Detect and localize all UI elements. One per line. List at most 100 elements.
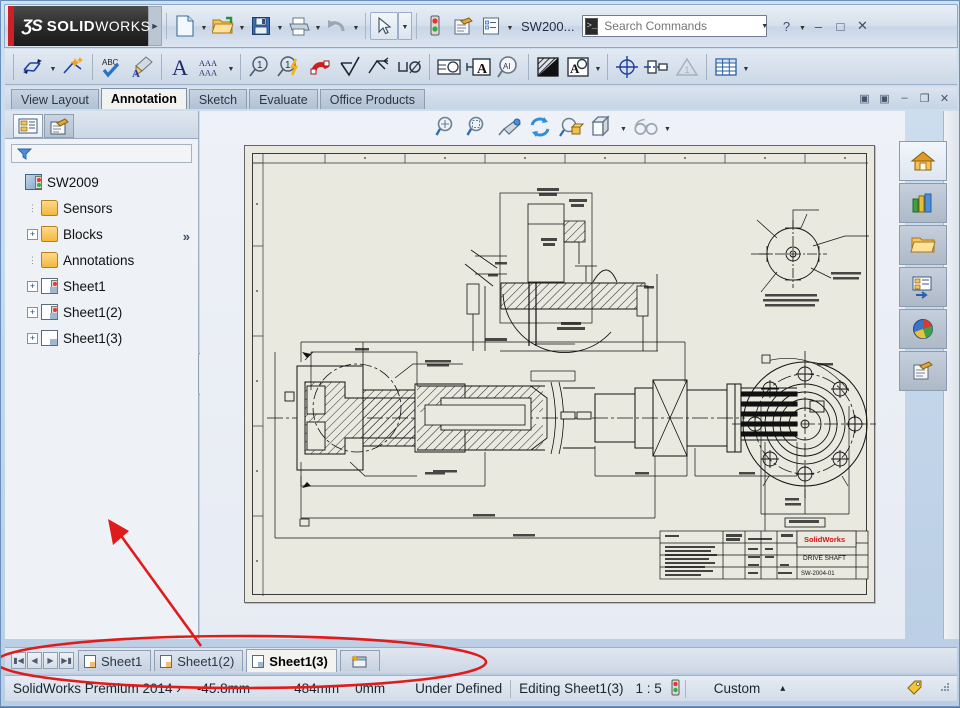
- nav-first-sheet-button[interactable]: ▮◀: [11, 652, 26, 669]
- status-resize-grip[interactable]: [931, 681, 957, 696]
- options-button[interactable]: [477, 12, 505, 40]
- display-style-button[interactable]: [588, 113, 616, 141]
- maximize-button[interactable]: □: [829, 16, 851, 36]
- spell-checker-button[interactable]: ABC: [97, 52, 127, 82]
- balloon-button[interactable]: 1: [245, 52, 275, 82]
- tree-expander[interactable]: +: [27, 280, 38, 292]
- rebuild-view-button[interactable]: [526, 113, 554, 141]
- task-appearances-scenes[interactable]: [899, 309, 947, 349]
- previous-view-button[interactable]: [495, 113, 523, 141]
- tile-left-icon[interactable]: ▣: [856, 90, 873, 106]
- revision-cloud-button[interactable]: 1: [672, 52, 702, 82]
- tab-office-products[interactable]: Office Products: [319, 89, 425, 109]
- nav-prev-sheet-button[interactable]: ◀: [27, 652, 42, 669]
- task-design-library[interactable]: [899, 183, 947, 223]
- feature-manager-tab[interactable]: [13, 114, 43, 138]
- open-document-dropdown[interactable]: ▼: [237, 12, 247, 40]
- revision-symbol-button[interactable]: [434, 52, 464, 82]
- format-painter-button[interactable]: A: [127, 52, 157, 82]
- linear-note-pattern-button[interactable]: AAA AAA: [196, 52, 226, 82]
- view-orientation-dropdown[interactable]: ▼: [663, 113, 673, 141]
- hole-callout-button[interactable]: [395, 52, 425, 82]
- options-dropdown[interactable]: ▼: [505, 12, 515, 40]
- status-custom-caret[interactable]: ▴: [768, 683, 793, 694]
- update-view-button[interactable]: [557, 113, 585, 141]
- smart-dimension-dropdown[interactable]: ▼: [48, 53, 58, 81]
- new-document-dropdown[interactable]: ▼: [199, 12, 209, 40]
- display-style-dropdown[interactable]: ▼: [619, 113, 629, 141]
- undo-dropdown[interactable]: ▼: [351, 12, 361, 40]
- task-solidworks-resources[interactable]: [899, 141, 947, 181]
- nav-last-sheet-button[interactable]: ▶▮: [59, 652, 74, 669]
- magnetic-line-button[interactable]: [305, 52, 335, 82]
- graphics-area[interactable]: ▼ ▼ SolidWorks DRIVE SHAFT SW-2004-01: [200, 111, 905, 639]
- zoom-to-area-button[interactable]: [464, 113, 492, 141]
- print-document-dropdown[interactable]: ▼: [313, 12, 323, 40]
- task-view-palette[interactable]: [899, 267, 947, 307]
- auto-balloon-button[interactable]: 1: [275, 52, 305, 82]
- sheet-tab-sheet1-3[interactable]: Sheet1(3): [246, 649, 337, 672]
- tab-evaluate[interactable]: Evaluate: [249, 89, 318, 109]
- tree-item-sheet1-3[interactable]: + Sheet1(3): [11, 325, 198, 351]
- tree-item-blocks[interactable]: + Blocks: [11, 221, 198, 247]
- centerline-button[interactable]: [642, 52, 672, 82]
- status-rebuild-indicator[interactable]: [666, 679, 685, 699]
- add-sheet-button[interactable]: [339, 650, 380, 671]
- drawing-options-button[interactable]: [449, 12, 477, 40]
- make-block-button[interactable]: A: [563, 52, 593, 82]
- close-icon[interactable]: ✕: [936, 90, 953, 106]
- help-dropdown[interactable]: ▼: [797, 12, 807, 40]
- tree-item-sheet1-2[interactable]: + Sheet1(2): [11, 299, 198, 325]
- tile-right-icon[interactable]: ▣: [876, 90, 893, 106]
- tree-expander[interactable]: +: [27, 228, 38, 240]
- minimize-icon[interactable]: –: [896, 90, 913, 106]
- rebuild-button[interactable]: [421, 12, 449, 40]
- sheet-tab-sheet1-2[interactable]: Sheet1(2): [154, 650, 244, 671]
- tree-item-sensors[interactable]: ⋮ Sensors: [11, 195, 198, 221]
- search-dropdown[interactable]: ▼: [761, 23, 772, 30]
- tree-item-sw2009[interactable]: SW2009: [11, 169, 198, 195]
- undo-button[interactable]: [323, 12, 351, 40]
- linear-note-pattern-dropdown[interactable]: ▼: [226, 53, 236, 81]
- note-button[interactable]: A: [166, 52, 196, 82]
- save-document-dropdown[interactable]: ▼: [275, 12, 285, 40]
- restore-icon[interactable]: ❐: [916, 90, 933, 106]
- weld-symbol-button[interactable]: [365, 52, 395, 82]
- select-tool-dropdown[interactable]: ▼: [398, 12, 412, 40]
- open-document-button[interactable]: [209, 12, 237, 40]
- panel-expand-button[interactable]: »: [183, 229, 190, 244]
- search-commands-box[interactable]: >_ ▼: [582, 15, 768, 37]
- task-custom-properties[interactable]: [899, 351, 947, 391]
- status-custom[interactable]: Custom: [686, 681, 769, 696]
- tab-sketch[interactable]: Sketch: [188, 89, 248, 109]
- status-scale[interactable]: 1 : 5: [631, 681, 665, 696]
- status-tag-icon[interactable]: [898, 679, 931, 698]
- save-document-button[interactable]: [247, 12, 275, 40]
- tab-annotation[interactable]: Annotation: [100, 88, 187, 109]
- task-file-explorer[interactable]: [899, 225, 947, 265]
- tree-item-sheet1[interactable]: + Sheet1: [11, 273, 198, 299]
- drawing-sheet[interactable]: SolidWorks DRIVE SHAFT SW-2004-01: [244, 145, 876, 603]
- search-input[interactable]: [602, 18, 762, 34]
- tables-button[interactable]: [711, 52, 741, 82]
- sheet-tab-sheet1[interactable]: Sheet1: [78, 650, 152, 671]
- close-button[interactable]: ✕: [851, 16, 873, 36]
- new-document-button[interactable]: [171, 12, 199, 40]
- center-mark-button[interactable]: [612, 52, 642, 82]
- datum-feature-button[interactable]: A: [464, 52, 494, 82]
- nav-next-sheet-button[interactable]: ▶: [43, 652, 58, 669]
- drawing-properties-tab[interactable]: [44, 114, 74, 138]
- select-tool-button[interactable]: [370, 12, 398, 40]
- help-button[interactable]: ?: [775, 16, 797, 36]
- tab-view-layout[interactable]: View Layout: [11, 89, 99, 109]
- zoom-to-fit-button[interactable]: [433, 113, 461, 141]
- print-document-button[interactable]: [285, 12, 313, 40]
- tables-dropdown[interactable]: ▼: [741, 53, 751, 81]
- tree-expander[interactable]: +: [27, 306, 38, 318]
- smart-dimension-button[interactable]: [18, 52, 48, 82]
- area-hatch-fill-button[interactable]: AI: [494, 52, 524, 82]
- surface-finish-button[interactable]: [335, 52, 365, 82]
- blocks-button[interactable]: [533, 52, 563, 82]
- model-items-button[interactable]: [58, 52, 88, 82]
- make-block-dropdown[interactable]: ▼: [593, 53, 603, 81]
